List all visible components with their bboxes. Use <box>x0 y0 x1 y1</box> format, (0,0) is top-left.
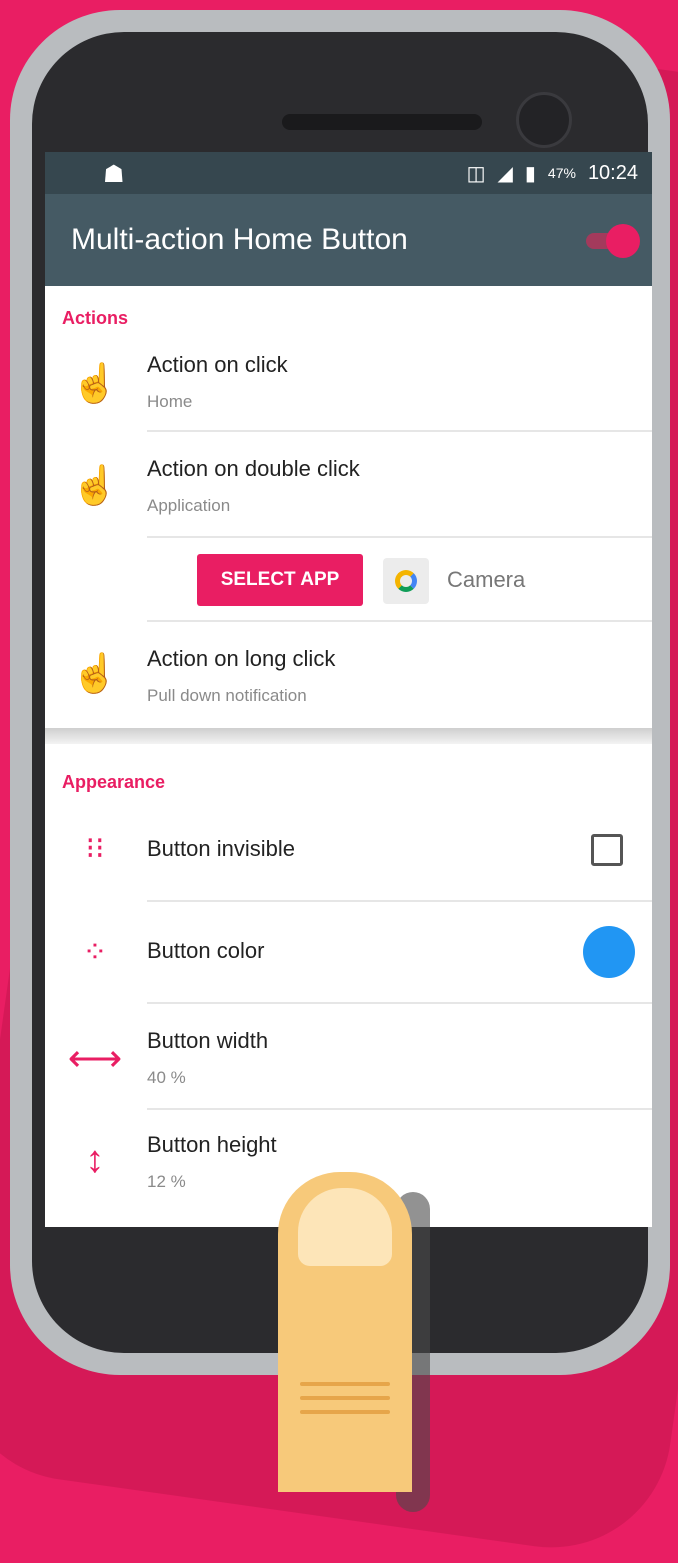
button-color-row[interactable]: ⁘ Button color <box>45 902 652 1004</box>
signal-icon: ◢ <box>497 162 513 185</box>
action-click-value: Home <box>147 392 193 411</box>
long-press-hand-icon: ☝ <box>71 653 119 695</box>
button-width-label: Button width <box>147 1028 269 1053</box>
select-app-row: SELECT APP Camera <box>45 538 652 622</box>
fingernail <box>298 1188 392 1266</box>
action-long-click-value: Pull down notification <box>147 686 307 705</box>
button-width-value: 40 % <box>147 1068 186 1087</box>
action-long-click-row[interactable]: ☝ Action on long click Pull down notific… <box>45 622 652 728</box>
toggle-thumb <box>606 224 640 258</box>
section-title-actions: Actions <box>62 308 129 328</box>
button-width-row[interactable]: ⟷ Button width 40 % <box>45 1004 652 1110</box>
selected-app-name: Camera <box>447 567 526 592</box>
button-height-value: 12 % <box>147 1172 186 1191</box>
app-bar: Multi-action Home Button <box>45 194 652 286</box>
action-click-row[interactable]: ☝ Action on click Home <box>45 326 652 432</box>
button-color-swatch[interactable] <box>583 926 635 978</box>
vibrate-icon: ◫ <box>466 162 486 185</box>
earpiece-speaker <box>282 114 482 130</box>
section-separator <box>45 728 652 744</box>
button-height-label: Button height <box>147 1132 277 1157</box>
action-double-click-value: Application <box>147 496 231 515</box>
tap-hand-icon: ☝ <box>71 363 119 405</box>
double-tap-hand-icon: ☝ <box>71 465 119 507</box>
button-invisible-label: Button invisible <box>147 836 295 861</box>
android-icon: ☗ <box>103 161 125 188</box>
vertical-arrows-icon: ↕ <box>85 1138 105 1181</box>
action-double-click-row[interactable]: ☝ Action on double click Application <box>45 432 652 538</box>
front-camera <box>516 92 572 148</box>
button-invisible-row[interactable]: ⁝⁝ Button invisible <box>45 800 652 902</box>
app-title: Multi-action Home Button <box>71 223 408 256</box>
action-click-label: Action on click <box>147 352 288 377</box>
action-double-click-label: Action on double click <box>147 456 360 481</box>
battery-icon: ▮ <box>524 162 536 185</box>
section-title-appearance: Appearance <box>62 772 166 792</box>
action-long-click-label: Action on long click <box>147 646 336 671</box>
clock: 10:24 <box>587 161 638 184</box>
status-bar: ☗ ◫ ◢ ▮ 47% 10:24 <box>45 152 652 194</box>
button-color-label: Button color <box>147 938 265 963</box>
camera-app-icon[interactable] <box>383 558 429 604</box>
battery-percent: 47% <box>547 165 576 181</box>
horizontal-arrows-icon: ⟷ <box>67 1037 123 1080</box>
master-toggle[interactable] <box>586 224 640 258</box>
invisible-grid-icon: ⁝⁝ <box>85 831 105 865</box>
finger-illustration <box>278 1172 430 1512</box>
button-invisible-checkbox[interactable] <box>591 834 623 866</box>
color-dots-icon: ⁘ <box>82 935 108 969</box>
phone-screen: ☗ ◫ ◢ ▮ 47% 10:24 Multi-action Home Butt… <box>45 152 652 1227</box>
select-app-button[interactable]: SELECT APP <box>197 554 363 606</box>
